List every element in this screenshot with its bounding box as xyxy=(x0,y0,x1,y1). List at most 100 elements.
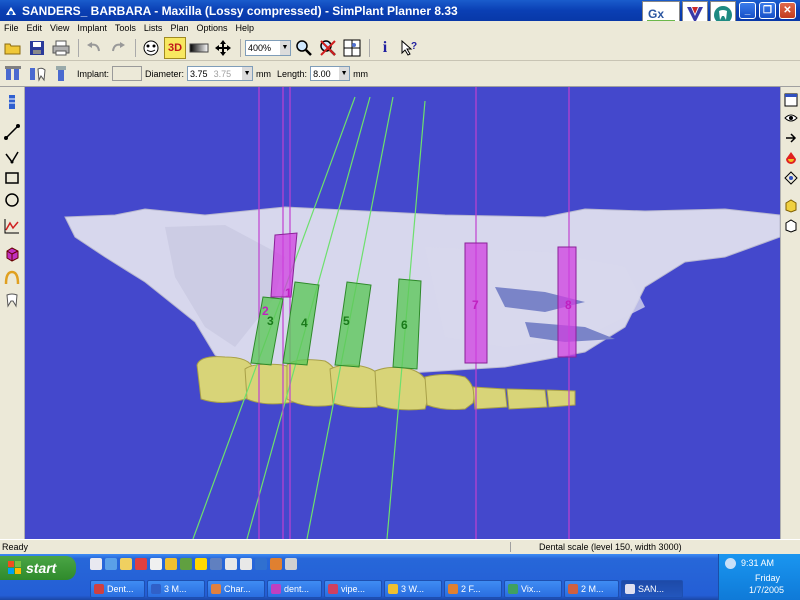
start-button[interactable]: start xyxy=(0,556,76,580)
diameter-select[interactable]: 3.75 3.75 ▼ xyxy=(187,66,254,81)
menu-implant[interactable]: Implant xyxy=(73,23,111,33)
folder-icon[interactable] xyxy=(120,558,132,570)
density-graph-tool[interactable] xyxy=(3,217,21,235)
task-button[interactable]: 2 M... xyxy=(564,580,619,598)
task-button[interactable]: Vix... xyxy=(504,580,562,598)
task-button[interactable]: 3 M... xyxy=(147,580,205,598)
document-icon[interactable] xyxy=(225,558,237,570)
simplant-app-icon xyxy=(6,6,16,15)
visibility-button[interactable] xyxy=(782,109,799,126)
app-icon[interactable] xyxy=(135,558,147,570)
context-help-button[interactable]: ? xyxy=(398,37,420,59)
length-select[interactable]: 8.00 ▼ xyxy=(310,66,351,81)
system-tray: 9:31 AM Friday 1/7/2005 xyxy=(718,554,800,600)
star-icon[interactable] xyxy=(195,558,207,570)
task-button[interactable]: dent... xyxy=(267,580,322,598)
zoom-select[interactable]: 400% ▼ xyxy=(245,39,291,56)
task-button[interactable]: 3 W... xyxy=(384,580,442,598)
arrow-icon xyxy=(785,132,796,143)
menu-edit[interactable]: Edit xyxy=(23,23,47,33)
arrow-tool-button[interactable] xyxy=(782,129,799,146)
rotate-button[interactable] xyxy=(782,169,799,186)
svg-text:Gx: Gx xyxy=(648,7,664,21)
redo-button[interactable] xyxy=(107,37,129,59)
nerve-tool[interactable] xyxy=(3,269,21,287)
pan-button[interactable] xyxy=(212,37,234,59)
object-button-1[interactable] xyxy=(782,197,799,214)
app-icon[interactable] xyxy=(210,558,222,570)
main-toolbar: 3D 400% ▼ i ? xyxy=(0,35,800,61)
window-title: SANDERS_ BARBARA - Maxilla (Lossy compre… xyxy=(22,3,458,18)
zoom-reset-button[interactable] xyxy=(317,37,339,59)
open-folder-button[interactable] xyxy=(2,37,24,59)
magnifier-cross-icon xyxy=(320,39,336,56)
clock-day: Friday xyxy=(755,573,781,583)
abutment-icon xyxy=(56,65,66,81)
view-3d-button[interactable]: 3D xyxy=(164,36,186,59)
object-button-2[interactable] xyxy=(782,217,799,234)
title-bar[interactable]: SANDERS_ BARBARA - Maxilla (Lossy compre… xyxy=(0,0,800,29)
task-label: dent... xyxy=(284,584,310,594)
network-icon[interactable] xyxy=(725,558,736,569)
app-icon xyxy=(508,584,518,594)
internet-explorer-icon[interactable] xyxy=(105,558,117,570)
tooth-tool[interactable] xyxy=(3,291,21,309)
printer-icon xyxy=(52,40,70,55)
3d-viewport[interactable]: 1 2 3 4 5 6 7 8 xyxy=(25,87,780,539)
volume-tool[interactable] xyxy=(3,245,21,263)
toolbar-separator xyxy=(135,38,136,57)
restore-button[interactable]: ❐ xyxy=(759,2,776,19)
layout-button[interactable] xyxy=(341,37,363,59)
menu-help[interactable]: Help xyxy=(231,23,258,33)
document-icon[interactable] xyxy=(240,558,252,570)
measure-distance-tool[interactable] xyxy=(3,123,21,141)
menu-options[interactable]: Options xyxy=(192,23,231,33)
floppy-disk-icon xyxy=(30,40,44,55)
circle-icon xyxy=(5,193,19,207)
menu-file[interactable]: File xyxy=(0,23,23,33)
folder-icon[interactable] xyxy=(165,558,177,570)
menu-tools[interactable]: Tools xyxy=(111,23,140,33)
minimize-button[interactable]: _ xyxy=(739,2,756,19)
window-icon[interactable] xyxy=(150,558,162,570)
view-3d-label: 3D xyxy=(167,41,183,54)
measure-angle-tool[interactable] xyxy=(3,147,21,165)
app-icon xyxy=(328,584,338,594)
close-button[interactable]: ✕ xyxy=(779,2,796,19)
implant-insert-tool[interactable] xyxy=(3,93,21,111)
implant-tool-2-button[interactable] xyxy=(26,63,48,85)
menu-view[interactable]: View xyxy=(46,23,73,33)
task-button[interactable]: Dent... xyxy=(90,580,145,598)
implant-tool-1-button[interactable] xyxy=(2,63,24,85)
ellipse-tool[interactable] xyxy=(3,191,21,209)
color-tool-button[interactable] xyxy=(782,149,799,166)
app-icon[interactable] xyxy=(285,558,297,570)
vendor-logos: Gx _ ❐ ✕ xyxy=(642,0,796,29)
zoom-button[interactable] xyxy=(293,37,315,59)
magnifier-icon xyxy=(296,39,312,56)
info-button[interactable]: i xyxy=(374,37,396,59)
task-button[interactable]: 2 F... xyxy=(444,580,502,598)
firefox-icon[interactable] xyxy=(270,558,282,570)
window-view-button[interactable] xyxy=(782,91,799,108)
undo-button[interactable] xyxy=(83,37,105,59)
app-icon[interactable] xyxy=(255,558,267,570)
contrast-button[interactable] xyxy=(188,37,210,59)
implant-field[interactable] xyxy=(112,66,143,81)
task-button-active[interactable]: SAN... xyxy=(621,580,683,598)
menu-lists[interactable]: Lists xyxy=(140,23,167,33)
rectangle-tool[interactable] xyxy=(3,169,21,187)
desktop-icon[interactable] xyxy=(90,558,102,570)
app-icon[interactable] xyxy=(180,558,192,570)
implant-label-8: 8 xyxy=(565,298,572,312)
svg-text:?: ? xyxy=(411,41,417,52)
clock-time[interactable]: 9:31 AM xyxy=(741,558,774,568)
task-button[interactable]: Char... xyxy=(207,580,265,598)
implant-tool-3-button[interactable] xyxy=(50,63,72,85)
save-button[interactable] xyxy=(26,37,48,59)
menu-plan[interactable]: Plan xyxy=(166,23,192,33)
patient-face-button[interactable] xyxy=(140,37,162,59)
task-button[interactable]: vipe... xyxy=(324,580,382,598)
print-button[interactable] xyxy=(50,37,72,59)
status-bar: Ready Dental scale (level 150, width 300… xyxy=(0,539,800,554)
